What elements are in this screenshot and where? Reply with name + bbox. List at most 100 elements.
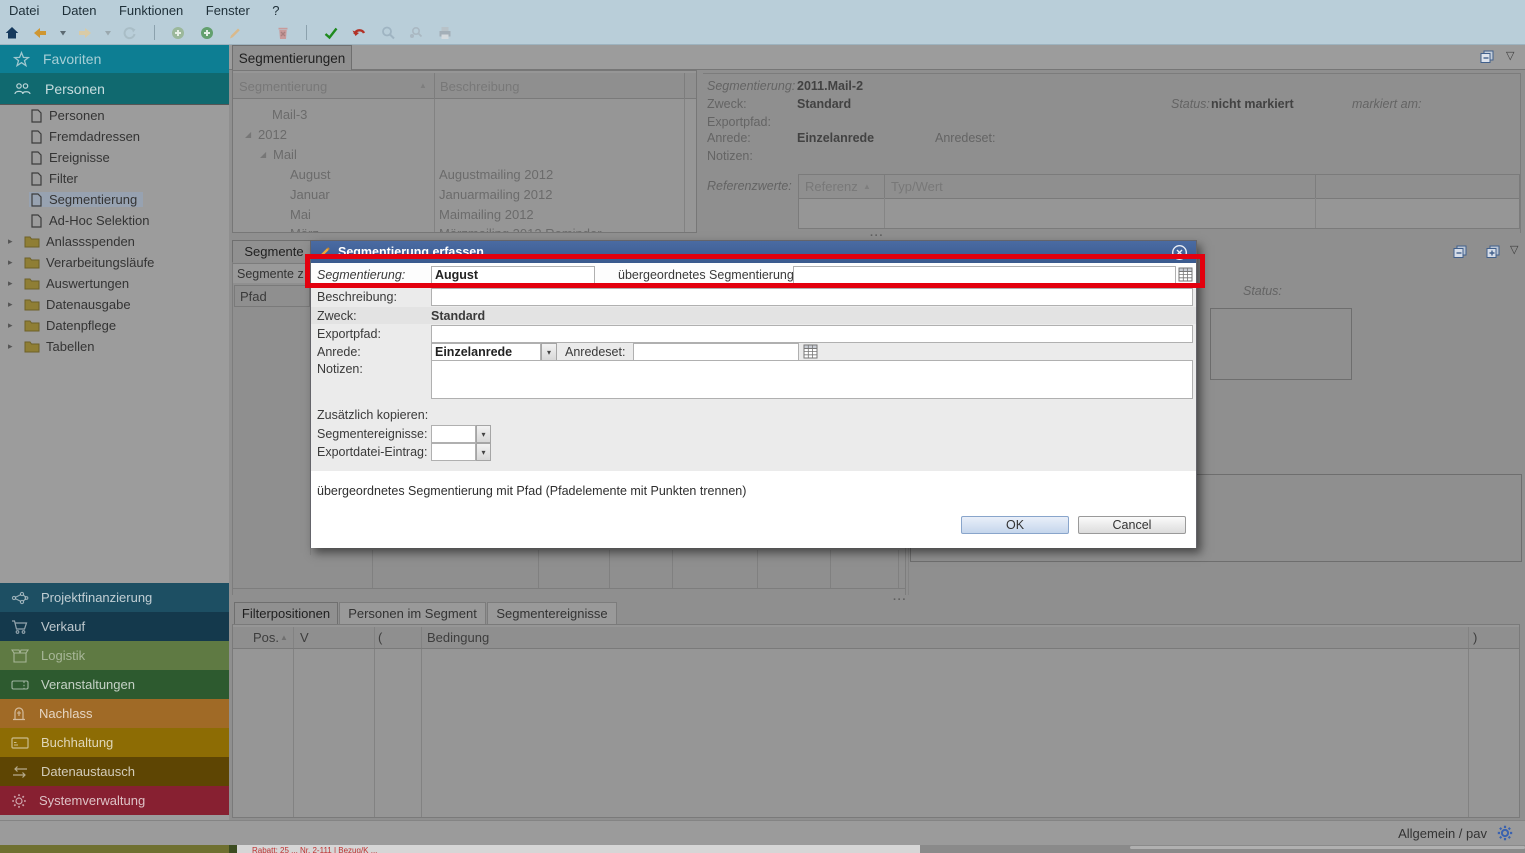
- column-header-close-paren[interactable]: ): [1473, 630, 1477, 645]
- edit-icon[interactable]: [223, 22, 247, 44]
- column-header-pos[interactable]: Pos.: [253, 630, 279, 645]
- sidebar-section-personen[interactable]: Personen: [0, 73, 229, 105]
- delete-icon[interactable]: [271, 22, 295, 44]
- sidebar-item-segmentierung[interactable]: Segmentierung: [0, 189, 229, 210]
- forward-history-icon[interactable]: [102, 22, 114, 44]
- search-icon[interactable]: [376, 22, 400, 44]
- home-icon[interactable]: [0, 22, 24, 44]
- collapse-panel-icon[interactable]: [1453, 245, 1468, 259]
- sidebar-item-anlassspenden[interactable]: ▸Anlassspenden: [0, 231, 229, 252]
- splitter-handle[interactable]: ···: [893, 594, 907, 606]
- anredeset-input[interactable]: [633, 343, 799, 361]
- column-header-referenz[interactable]: Referenz: [805, 179, 858, 194]
- menu-fenster[interactable]: Fenster: [197, 0, 259, 18]
- tab-segmentierungen[interactable]: Segmentierungen: [232, 45, 352, 70]
- sidebar-module-nachlass[interactable]: Nachlass: [0, 699, 229, 728]
- sidebar-module-projektfinanzierung[interactable]: Projektfinanzierung: [0, 583, 229, 612]
- chevron-right-icon[interactable]: ▸: [8, 278, 18, 289]
- sidebar-module-verkauf[interactable]: Verkauf: [0, 612, 229, 641]
- exportdatei-dropdown-icon[interactable]: ▾: [476, 443, 491, 461]
- panel-menu-icon[interactable]: ▽: [1506, 49, 1514, 62]
- folder-icon: [24, 298, 40, 311]
- notizen-textarea[interactable]: [431, 360, 1193, 399]
- chevron-right-icon[interactable]: ▸: [8, 320, 18, 331]
- tree-row[interactable]: August: [290, 167, 330, 182]
- table-picker-icon[interactable]: [803, 344, 818, 359]
- column-header-open-paren[interactable]: (: [378, 630, 382, 645]
- settings-gear-icon[interactable]: [1497, 825, 1513, 841]
- segmentereignisse-dropdown-icon[interactable]: ▾: [476, 425, 491, 443]
- main-tab-bar: [229, 45, 1525, 70]
- tab-personen-im-segment[interactable]: Personen im Segment: [339, 602, 486, 624]
- sidebar-item-personen[interactable]: Personen: [0, 105, 229, 126]
- beschreibung-input[interactable]: [431, 288, 1193, 306]
- tree-expander-icon[interactable]: ◢: [245, 130, 251, 139]
- document-icon: [31, 109, 42, 123]
- column-header-v[interactable]: V: [300, 630, 309, 645]
- sidebar-module-systemverwaltung[interactable]: Systemverwaltung: [0, 786, 229, 815]
- column-header-segmentierung[interactable]: Segmentierung: [239, 79, 327, 94]
- document-icon: [31, 214, 42, 228]
- toolbar-separator: [154, 25, 155, 40]
- menu-funktionen[interactable]: Funktionen: [110, 0, 192, 18]
- cancel-button[interactable]: Cancel: [1078, 516, 1186, 534]
- chevron-right-icon[interactable]: ▸: [8, 236, 18, 247]
- undo-icon[interactable]: [347, 22, 371, 44]
- sidebar-item-fremdadressen[interactable]: Fremdadressen: [0, 126, 229, 147]
- add-icon[interactable]: [166, 22, 190, 44]
- sidebar-item-verarbeitungslaeufe[interactable]: ▸Verarbeitungsläufe: [0, 252, 229, 273]
- tree-row[interactable]: Mail-3: [272, 107, 307, 122]
- anrede-select[interactable]: Einzelanrede: [431, 343, 541, 361]
- back-history-icon[interactable]: [57, 22, 69, 44]
- tab-segmentereignisse[interactable]: Segmentereignisse: [487, 602, 617, 624]
- exportdatei-select[interactable]: [431, 443, 476, 461]
- ok-button[interactable]: OK: [961, 516, 1069, 534]
- tree-expander-icon[interactable]: ◢: [260, 150, 266, 159]
- menu-help[interactable]: ?: [263, 0, 288, 18]
- column-header-pfad[interactable]: Pfad: [234, 285, 310, 307]
- apply-icon[interactable]: [319, 22, 343, 44]
- expand-panel-icon[interactable]: [1486, 245, 1501, 259]
- sidebar-module-buchhaltung[interactable]: Buchhaltung: [0, 728, 229, 757]
- back-icon[interactable]: [28, 22, 52, 44]
- field-label: Zweck:: [317, 309, 357, 323]
- sidebar-item-ereignisse[interactable]: Ereignisse: [0, 147, 229, 168]
- refresh-icon[interactable]: [118, 22, 142, 44]
- toolbar-separator: [259, 25, 260, 40]
- panel-menu-icon[interactable]: ▽: [1510, 243, 1518, 256]
- sidebar-item-datenpflege[interactable]: ▸Datenpflege: [0, 315, 229, 336]
- tab-segmente[interactable]: Segmente: [232, 240, 316, 262]
- tree-row[interactable]: Mail: [273, 147, 297, 162]
- tree-row[interactable]: 2012: [258, 127, 287, 142]
- toolbar: [0, 22, 1525, 45]
- sidebar-module-veranstaltungen[interactable]: Veranstaltungen: [0, 670, 229, 699]
- sidebar-item-adhoc-selektion[interactable]: Ad-Hoc Selektion: [0, 210, 229, 231]
- chevron-right-icon[interactable]: ▸: [8, 257, 18, 268]
- forward-icon[interactable]: [73, 22, 97, 44]
- print-icon[interactable]: [433, 22, 457, 44]
- column-header-beschreibung[interactable]: Beschreibung: [440, 79, 520, 94]
- tab-filterpositionen[interactable]: Filterpositionen: [234, 602, 338, 624]
- menu-daten[interactable]: Daten: [53, 0, 106, 18]
- segmentereignisse-select[interactable]: [431, 425, 476, 443]
- collapse-panel-icon[interactable]: [1480, 50, 1495, 64]
- sidebar-item-auswertungen[interactable]: ▸Auswertungen: [0, 273, 229, 294]
- search-advanced-icon[interactable]: [404, 22, 428, 44]
- sidebar-item-datenausgabe[interactable]: ▸Datenausgabe: [0, 294, 229, 315]
- column-header-typ-wert[interactable]: Typ/Wert: [891, 179, 943, 194]
- chevron-right-icon[interactable]: ▸: [8, 341, 18, 352]
- chevron-right-icon[interactable]: ▸: [8, 299, 18, 310]
- sidebar-module-datenaustausch[interactable]: Datenaustausch: [0, 757, 229, 786]
- column-header-bedingung[interactable]: Bedingung: [427, 630, 489, 645]
- sidebar-item-filter[interactable]: Filter: [0, 168, 229, 189]
- sidebar-section-favoriten[interactable]: Favoriten: [0, 45, 229, 73]
- exportpfad-input[interactable]: [431, 325, 1193, 343]
- tree-row[interactable]: Januar: [290, 187, 330, 202]
- menu-datei[interactable]: Datei: [0, 0, 48, 18]
- tree-row[interactable]: März: [290, 226, 319, 233]
- sidebar-item-tabellen[interactable]: ▸Tabellen: [0, 336, 229, 357]
- sidebar-module-logistik[interactable]: Logistik: [0, 641, 229, 670]
- tree-row[interactable]: Mai: [290, 207, 311, 222]
- add-copy-icon[interactable]: [195, 22, 219, 44]
- anrede-dropdown-icon[interactable]: ▾: [541, 343, 557, 361]
